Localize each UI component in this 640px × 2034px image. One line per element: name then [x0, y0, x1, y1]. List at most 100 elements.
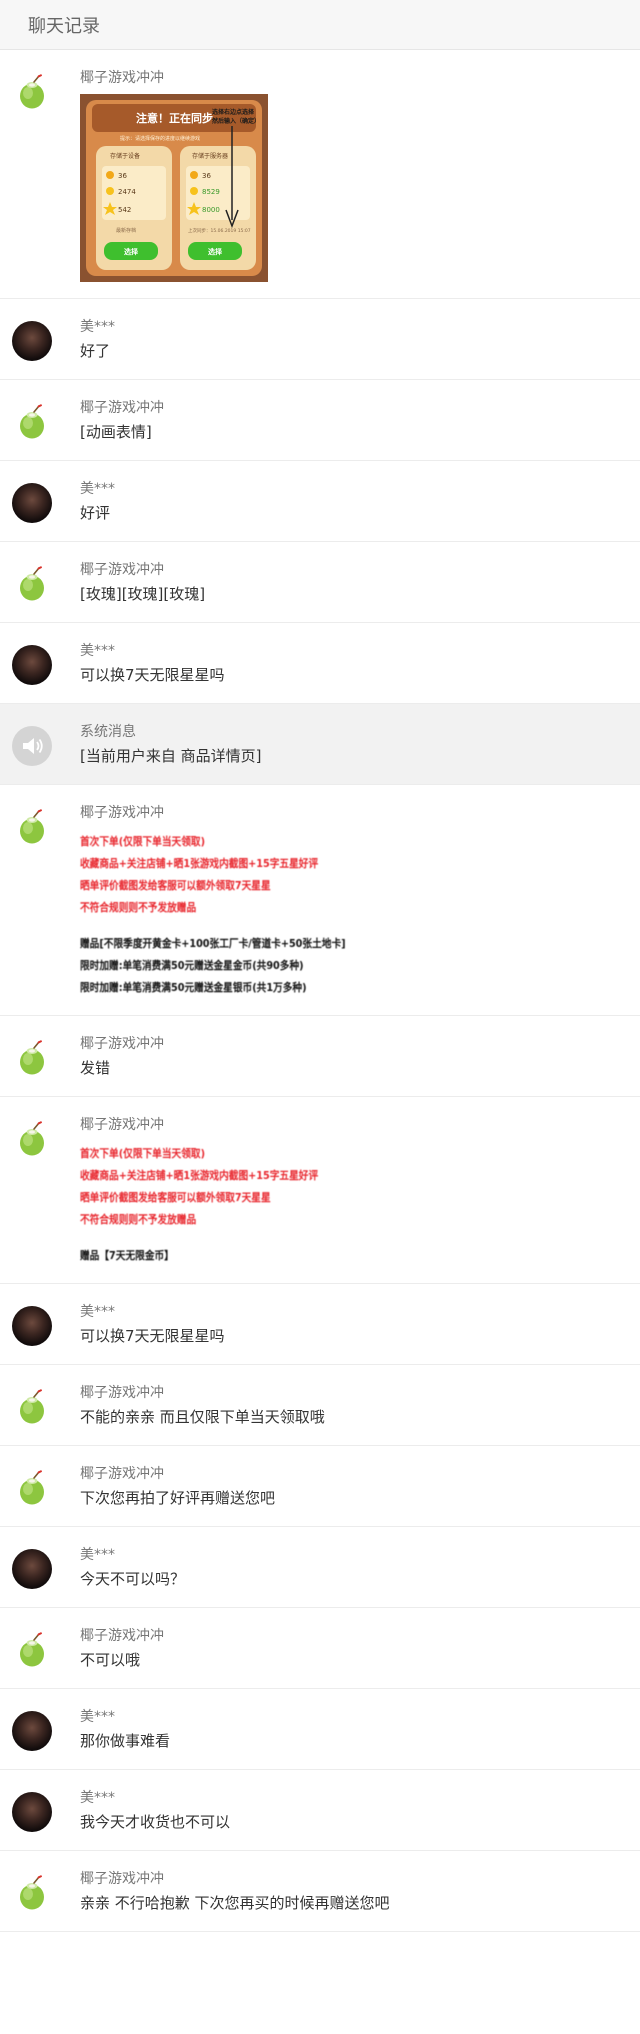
coconut-avatar[interactable]	[12, 564, 52, 604]
message-row: 椰子游戏冲冲不能的亲亲 而且仅限下单当天领取哦	[0, 1365, 640, 1446]
left-panel-title: 存储于设备	[110, 152, 140, 160]
message-text: 下次您再拍了好评再赠送您吧	[80, 1489, 276, 1507]
promo-red-line: 收藏商品+关注店铺+晒1张游戏内截图+15字五星好评	[80, 1169, 319, 1182]
game-select-right-button: 选择	[208, 247, 223, 256]
coconut-avatar[interactable]	[12, 1038, 52, 1078]
coconut-avatar[interactable]	[12, 1630, 52, 1670]
sender-name: 系统消息	[80, 724, 136, 740]
message-text: 可以换7天无限星星吗	[80, 666, 225, 684]
sender-name: 椰子游戏冲冲	[80, 1628, 164, 1644]
message-row: 美*** 可以换7天无限星星吗	[0, 623, 640, 704]
game-subtitle: 提示：请选择保存的进度以继续游戏	[120, 135, 200, 142]
message-text: 我今天才收货也不可以	[80, 1813, 231, 1831]
sender-name: 美***	[80, 1790, 115, 1806]
message-row: 椰子游戏冲冲 [动画表情]	[0, 380, 640, 461]
sender-name: 美***	[80, 643, 115, 659]
user-avatar[interactable]	[12, 321, 52, 361]
sender-name: 椰子游戏冲冲	[80, 805, 164, 821]
sender-name: 椰子游戏冲冲	[80, 1036, 164, 1052]
message-text: 发错	[80, 1059, 111, 1077]
chat-history-page: 聊天记录 椰子游戏冲冲 注意！正在同步 选择右边点选择 然后输入（确定） 提示：请选择保…	[0, 0, 640, 2034]
message-row: 椰子游戏冲冲 不可以哦	[0, 1608, 640, 1689]
coconut-avatar[interactable]	[12, 1873, 52, 1913]
right-value-3: 8000	[202, 206, 220, 214]
message-text: 不能的亲亲 而且仅限下单当天领取哦	[80, 1408, 325, 1426]
user-avatar[interactable]	[12, 483, 52, 523]
left-footer: 最新存档	[116, 227, 136, 234]
promo-red-line: 晒单评价截图发给客服可以额外领取7天星星	[80, 879, 271, 892]
message-row: 椰子游戏冲冲注意！正在同步 选择右边点选择 然后输入（确定） 提示：请选择保存的进度以…	[0, 50, 640, 299]
promo-red-line: 收藏商品+关注店铺+晒1张游戏内截图+15字五星好评	[80, 857, 319, 870]
game-screenshot-image[interactable]: 注意！正在同步 选择右边点选择 然后输入（确定） 提示：请选择保存的进度以继续游戏存储…	[80, 94, 268, 282]
sender-name: 美***	[80, 481, 115, 497]
promo-image[interactable]: 首次下单(仅限下单当天领取) 收藏商品+关注店铺+晒1张游戏内截图+15字五星好评…	[80, 1143, 640, 1267]
sender-name: 椰子游戏冲冲	[80, 400, 164, 416]
message-row: 椰子游戏冲冲亲亲 不行哈抱歉 下次您再买的时候再赠送您吧	[0, 1851, 640, 1932]
message-row: 美*** 好评	[0, 461, 640, 542]
promo-black-line: 赠品【7天无限金币】	[80, 1249, 174, 1262]
right-value-2: 8529	[202, 188, 220, 196]
message-row: 美*** 那你做事难看	[0, 1689, 640, 1770]
promo-red-line: 不符合规则则不予发放赠品	[80, 901, 197, 914]
sender-name: 美***	[80, 319, 115, 335]
message-list: 椰子游戏冲冲 注意！正在同步 选择右边点选择 然后输入（确定） 提示：请选择保存的进度以…	[0, 50, 640, 1932]
message-text: 那你做事难看	[80, 1732, 171, 1750]
message-text: [动画表情]	[80, 423, 152, 441]
coconut-avatar[interactable]	[12, 1468, 52, 1508]
message-text: 今天不可以吗？	[80, 1570, 186, 1588]
user-avatar[interactable]	[12, 1549, 52, 1589]
coconut-avatar[interactable]	[12, 402, 52, 442]
header-bar: 聊天记录	[0, 0, 640, 50]
promo-black-line: 赠品[不限季度开黄金卡+100张工厂卡/管道卡+50张土地卡]	[80, 937, 346, 950]
promo-red-line: 晒单评价截图发给客服可以额外领取7天星星	[80, 1191, 271, 1204]
speaker-icon[interactable]	[12, 726, 52, 766]
right-value-1: 36	[202, 172, 211, 180]
message-text: [当前用户来自 商品详情页]	[80, 747, 262, 765]
promo-black-line: 限时加赠:单笔消费满50元赠送金星银币(共1万多种)	[80, 981, 307, 994]
game-select-left-button: 选择	[124, 247, 139, 256]
user-avatar[interactable]	[12, 645, 52, 685]
sender-name: 椰子游戏冲冲	[80, 1385, 164, 1401]
promo-black-line: 限时加赠:单笔消费满50元赠送金星金币(共90多种)	[80, 959, 304, 972]
message-row: 美*** 我今天才收货也不可以	[0, 1770, 640, 1851]
game-banner: 注意！正在同步	[136, 111, 213, 125]
user-avatar[interactable]	[12, 1306, 52, 1346]
sender-name: 椰子游戏冲冲	[80, 1466, 164, 1482]
message-text: 好评	[80, 504, 111, 522]
user-avatar[interactable]	[12, 1711, 52, 1751]
page-title: 聊天记录	[28, 15, 100, 37]
right-panel-title: 存储于服务器	[192, 152, 228, 160]
user-avatar[interactable]	[12, 1792, 52, 1832]
message-row: 椰子游戏冲冲 发错	[0, 1016, 640, 1097]
left-value-1: 36	[118, 172, 127, 180]
coconut-avatar[interactable]	[12, 1387, 52, 1427]
promo-red-line: 首次下单(仅限下单当天领取)	[80, 835, 206, 848]
sender-name: 美***	[80, 1304, 115, 1320]
message-text: 好了	[80, 342, 111, 360]
message-row: 美*** 今天不可以吗？	[0, 1527, 640, 1608]
coconut-avatar[interactable]	[12, 72, 52, 112]
left-value-2: 2474	[118, 188, 136, 196]
message-row: 椰子游戏冲冲首次下单(仅限下单当天领取) 收藏商品+关注店铺+晒1张游戏内截图+1…	[0, 1097, 640, 1284]
sender-name: 椰子游戏冲冲	[80, 1117, 164, 1133]
system-message-row: 系统消息 [当前用户来自 商品详情页]	[0, 704, 640, 785]
message-row: 椰子游戏冲冲 [玫瑰][玫瑰][玫瑰]	[0, 542, 640, 623]
message-row: 椰子游戏冲冲首次下单(仅限下单当天领取) 收藏商品+关注店铺+晒1张游戏内截图+1…	[0, 785, 640, 1016]
sender-name: 椰子游戏冲冲	[80, 562, 164, 578]
message-row: 美*** 可以换7天无限星星吗	[0, 1284, 640, 1365]
right-footer: 上次同步：15.06.2019 15:07	[188, 227, 251, 234]
message-text: 不可以哦	[80, 1651, 141, 1669]
left-value-3: 542	[118, 206, 131, 214]
sender-name: 椰子游戏冲冲	[80, 70, 164, 86]
message-row: 椰子游戏冲冲下次您再拍了好评再赠送您吧	[0, 1446, 640, 1527]
sender-name: 椰子游戏冲冲	[80, 1871, 164, 1887]
promo-image[interactable]: 首次下单(仅限下单当天领取) 收藏商品+关注店铺+晒1张游戏内截图+15字五星好评…	[80, 831, 640, 999]
sender-name: 美***	[80, 1547, 115, 1563]
message-text: 亲亲 不行哈抱歉 下次您再买的时候再赠送您吧	[80, 1894, 390, 1912]
promo-red-line: 不符合规则则不予发放赠品	[80, 1213, 197, 1226]
coconut-avatar[interactable]	[12, 1119, 52, 1159]
sender-name: 美***	[80, 1709, 115, 1725]
game-note-top2: 然后输入（确定）	[212, 117, 260, 125]
coconut-avatar[interactable]	[12, 807, 52, 847]
game-note-top: 选择右边点选择	[212, 108, 255, 116]
